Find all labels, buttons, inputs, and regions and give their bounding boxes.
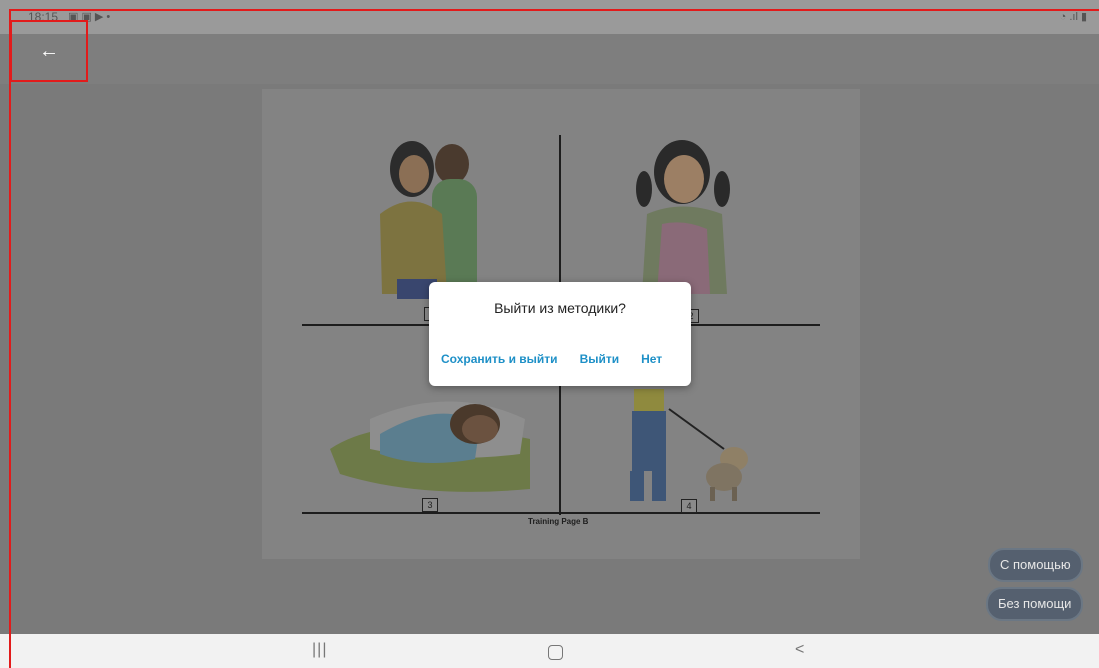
system-back-icon[interactable]: < — [795, 641, 804, 659]
without-help-button[interactable]: Без помощи — [986, 587, 1084, 621]
system-nav-bar: ||| ○ < — [0, 634, 1099, 668]
recents-icon[interactable]: ||| — [312, 641, 327, 659]
exit-button[interactable]: Выйти — [580, 352, 620, 366]
laughing-girl-illustration[interactable] — [632, 134, 742, 299]
highlight-frame-left — [9, 9, 11, 668]
mother-baby-illustration[interactable] — [372, 129, 482, 304]
quadrant-label-4: 4 — [681, 499, 697, 513]
dialog-actions: Сохранить и выйти Выйти Нет — [441, 352, 662, 366]
with-help-button[interactable]: С помощью — [988, 548, 1083, 582]
dialog-title: Выйти из методики? — [494, 300, 626, 316]
quadrant-label-3: 3 — [422, 498, 438, 512]
sleeping-boy-illustration[interactable] — [330, 379, 535, 499]
screen: 18:15 ▣ ▣ ▶ • ◔ .ıl ▮ 1 — [0, 0, 1099, 668]
home-icon[interactable]: ○ — [548, 645, 563, 660]
divider-horizontal-bottom — [302, 512, 820, 514]
back-button[interactable]: ← — [10, 20, 88, 82]
back-arrow-icon: ← — [39, 39, 59, 62]
highlight-frame-top — [9, 9, 1099, 11]
save-and-exit-button[interactable]: Сохранить и выйти — [441, 352, 558, 366]
training-page-caption: Training Page B — [528, 517, 589, 526]
walking-dog-illustration[interactable] — [624, 389, 759, 504]
signal-battery-icons: ◔ .ıl ▮ — [1059, 11, 1087, 23]
exit-dialog: Выйти из методики? Сохранить и выйти Вый… — [429, 282, 691, 386]
status-bar: 18:15 ▣ ▣ ▶ • ◔ .ıl ▮ — [0, 0, 1099, 34]
no-button[interactable]: Нет — [641, 352, 662, 366]
app-bar — [0, 34, 1099, 84]
